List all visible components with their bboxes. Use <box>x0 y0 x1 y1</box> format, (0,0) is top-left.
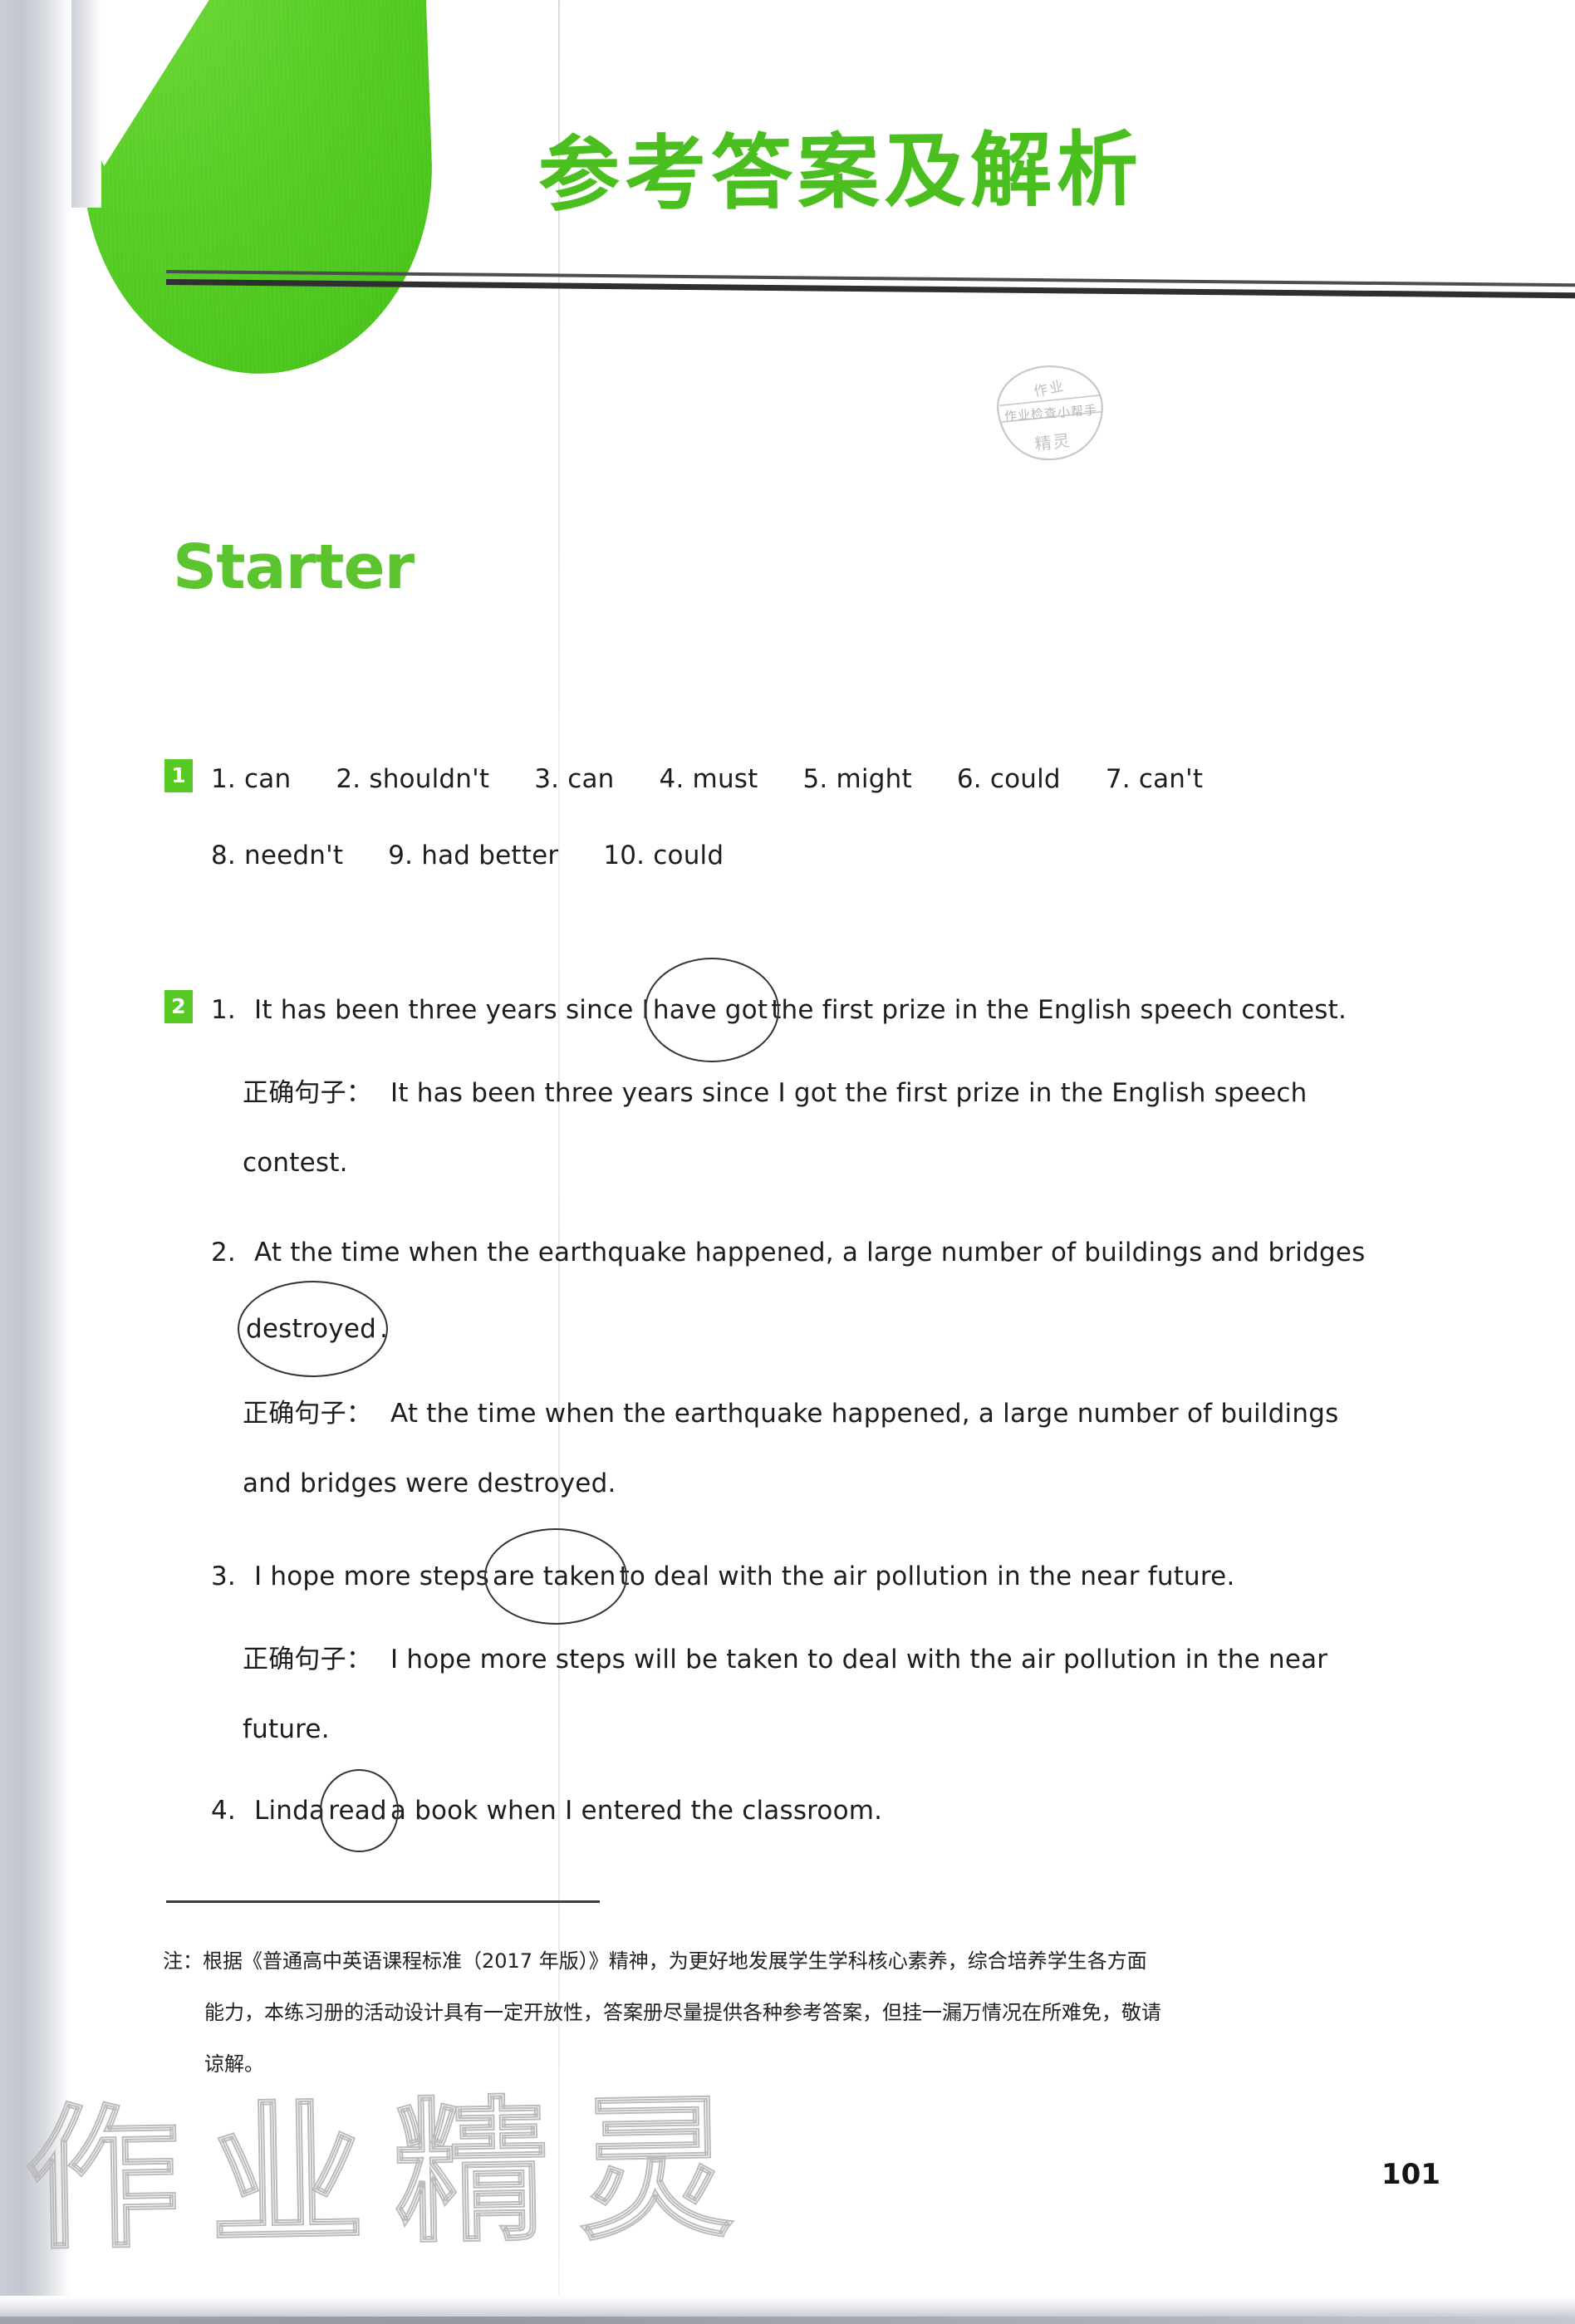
sentence-post: to deal with the air pollution in the ne… <box>619 1562 1235 1591</box>
item-number: 2. <box>211 1238 236 1267</box>
exercise-2-item-3-correction-line-2: future. <box>243 1714 330 1744</box>
correction-label: 正确句子： <box>243 1078 372 1108</box>
circled-error-word: are taken <box>489 1562 620 1591</box>
correction-text: At the time when the earthquake happened… <box>390 1399 1339 1429</box>
answer-1-6: 6. could <box>956 764 1061 794</box>
circled-error-word: have got <box>650 995 771 1025</box>
scan-bottom-shadow <box>0 2317 1575 2324</box>
exercise-2-item-2-sentence-line-1: 2. At the time when the earthquake happen… <box>211 1238 1365 1267</box>
answer-1-9: 9. had better <box>388 841 559 870</box>
exercise-2-item-3-correction-line-1: 正确句子： I hope more steps will be taken to … <box>243 1638 1327 1675</box>
circled-error-word: destroyed <box>243 1314 380 1344</box>
exercise-badge-1: 1 <box>164 759 193 792</box>
exercise-1-line-2: 8. needn't 9. had better 10. could <box>211 841 724 870</box>
sentence-text: At the time when the earthquake happened… <box>253 1238 1366 1267</box>
exercise-2-item-2-sentence-line-2: destroyed. <box>243 1314 388 1344</box>
sentence-pre: It has been three years since I <box>253 995 650 1025</box>
answer-1-3: 3. can <box>534 764 615 794</box>
exercise-2-item-1-correction-line-1: 正确句子： It has been three years since I got… <box>243 1071 1307 1109</box>
exercise-2-item-4-sentence: 4. Linda read a book when I entered the cla… <box>211 1796 882 1826</box>
correction-label: 正确句子： <box>243 1399 372 1429</box>
item-number: 4. <box>211 1796 236 1826</box>
answer-1-5: 5. might <box>802 764 912 794</box>
answer-1-10: 10. could <box>603 841 724 870</box>
circled-error-word: read <box>325 1796 390 1826</box>
footnote-text-2: 能力，本练习册的活动设计具有一定开放性，答案册尽量提供各种参考答案，但挂一漏万情… <box>204 2001 1161 2024</box>
footnote-text-1: 根据《普通高中英语课程标准（2017 年版）》精神，为更好地发展学生学科核心素养… <box>203 1949 1147 1973</box>
section-heading-starter: Starter <box>173 532 415 603</box>
bottom-outline-watermark: 作业精灵 <box>22 2076 765 2271</box>
answer-1-1: 1. can <box>211 764 292 794</box>
correction-text: I hope more steps will be taken to deal … <box>390 1645 1328 1674</box>
footnote-label: 注： <box>163 1949 203 1973</box>
correction-label: 正确句子： <box>243 1645 372 1674</box>
correction-text: It has been three years since I got the … <box>390 1078 1308 1108</box>
stamp-bottom-text: 精灵 <box>1033 429 1072 454</box>
page-title: 参考答案及解析 <box>537 122 1144 223</box>
answer-1-4: 4. must <box>659 764 758 794</box>
page-number: 101 <box>1381 2158 1440 2191</box>
sentence-pre: Linda <box>253 1796 326 1826</box>
scan-left-edge <box>0 0 71 2324</box>
exercise-2-item-1-sentence: 1. It has been three years since Ihave go… <box>211 995 1347 1025</box>
answer-1-2: 2. shouldn't <box>336 764 490 794</box>
sentence-post: a book when I entered the classroom. <box>390 1796 883 1826</box>
exercise-2-item-2-correction-line-1: 正确句子： At the time when the earthquake hap… <box>243 1392 1338 1429</box>
answer-key-page: 参考答案及解析 作业 作业检查小帮手 精灵 Starter 1 1. can 2.… <box>0 0 1575 2324</box>
footnote-divider <box>166 1900 600 1903</box>
page-left-margin-strip <box>71 0 101 208</box>
exercise-badge-2: 2 <box>164 990 193 1023</box>
exercise-2-item-2-correction-line-2: and bridges were destroyed. <box>243 1468 616 1498</box>
answer-1-8: 8. needn't <box>211 841 344 870</box>
exercise-2-item-1-correction-line-2: contest. <box>243 1148 348 1178</box>
exercise-1-line-1: 1. can 2. shouldn't 3. can 4. must 5. might 6… <box>211 764 1203 794</box>
answer-1-7: 7. can't <box>1105 764 1204 794</box>
exercise-2-item-3-sentence: 3. I hope more steps are taken to deal with… <box>211 1562 1235 1591</box>
item-number: 1. <box>211 995 236 1025</box>
sentence-post: . <box>379 1314 389 1344</box>
sentence-pre: I hope more steps <box>253 1562 489 1591</box>
item-number: 3. <box>211 1562 236 1591</box>
sentence-post: the first prize in the English speech co… <box>771 995 1347 1025</box>
stamp-watermark: 作业 作业检查小帮手 精灵 <box>985 355 1117 471</box>
footnote-line-1: 注：根据《普通高中英语课程标准（2017 年版）》精神，为更好地发展学生学科核心… <box>163 1935 1475 1987</box>
footnote-line-2: 能力，本练习册的活动设计具有一定开放性，答案册尽量提供各种参考答案，但挂一漏万情… <box>163 1987 1475 2038</box>
